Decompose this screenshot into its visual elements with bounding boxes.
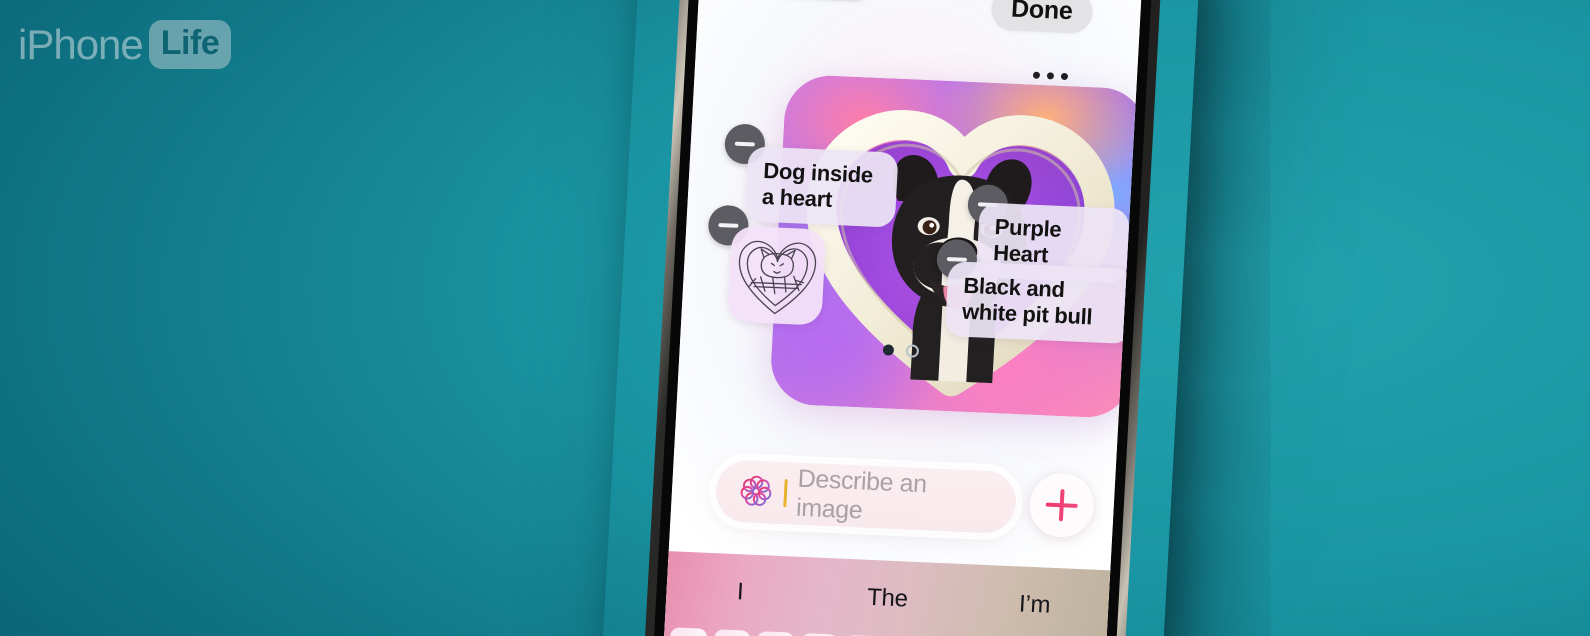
key-e[interactable]: E [753, 631, 795, 636]
prompt-bar: Describe an image [669, 439, 1117, 570]
sketch-thumbnail-icon [738, 240, 817, 315]
device-screen: Cancel Done [657, 0, 1147, 636]
key-w[interactable]: W [709, 629, 751, 636]
concept-chip[interactable]: Dog inside a heart [744, 146, 899, 228]
prediction-item[interactable]: The [813, 582, 962, 616]
prediction-item[interactable]: I’m [960, 588, 1109, 622]
cancel-button[interactable]: Cancel [754, 0, 878, 3]
concept-chip[interactable]: Black and white pit bull [944, 261, 1135, 344]
watermark-suffix: Life [160, 24, 220, 62]
pagination-dot-active[interactable] [882, 344, 895, 356]
describe-image-input[interactable]: Describe an image [714, 459, 1018, 535]
iphone-device: Cancel Done [596, 0, 1204, 636]
pagination-dot[interactable] [905, 344, 920, 358]
key-q[interactable]: Q [666, 627, 708, 636]
device-body: Cancel Done [637, 0, 1167, 636]
prediction-item[interactable]: I [666, 575, 815, 609]
watermark-brand: iPhone [18, 20, 144, 68]
watermark-life-box: Life [148, 20, 232, 69]
describe-image-placeholder: Describe an image [795, 464, 928, 525]
iphone-life-watermark: iPhone Life [18, 20, 232, 69]
image-playground-app: Cancel Done [657, 0, 1147, 636]
add-concept-button[interactable] [1028, 471, 1096, 539]
apple-intelligence-icon [740, 475, 772, 506]
done-button[interactable]: Done [990, 0, 1094, 35]
image-canvas-area: Dog inside a heart Purple Heart Black an… [675, 42, 1147, 459]
text-cursor [783, 479, 788, 508]
sketch-concept-chip[interactable] [727, 225, 827, 326]
